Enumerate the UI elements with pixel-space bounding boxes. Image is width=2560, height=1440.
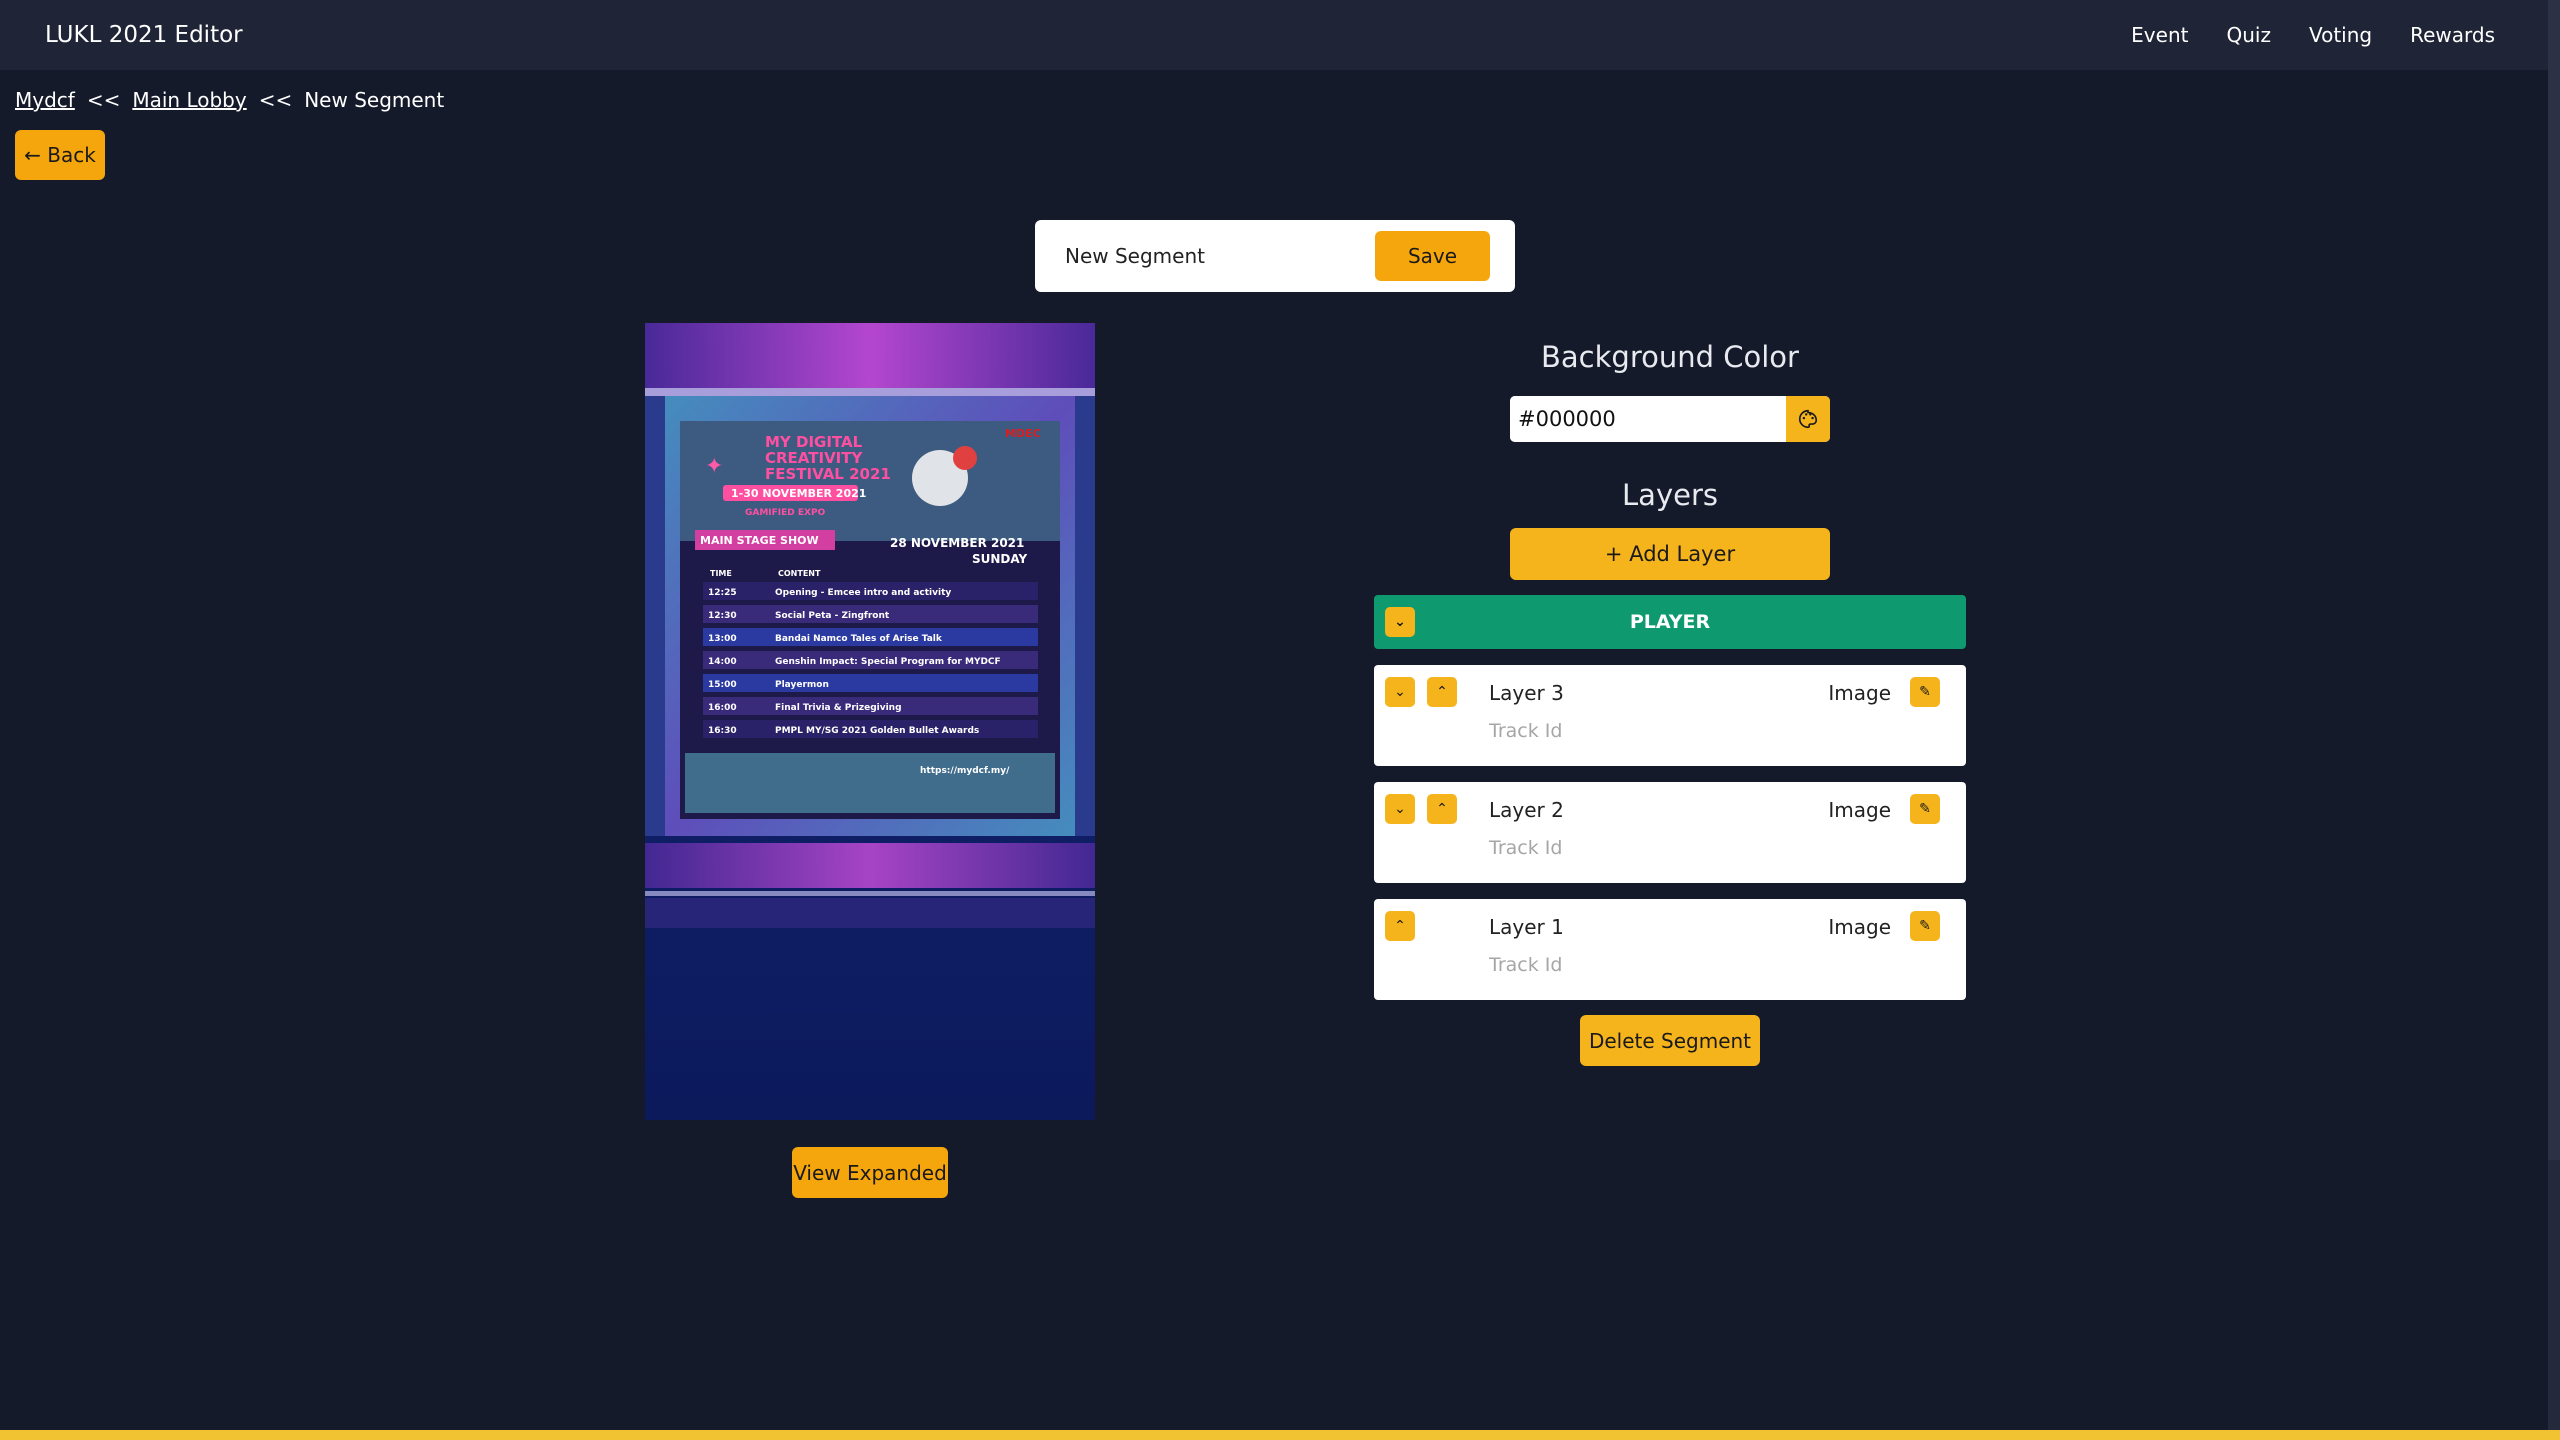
schedule-content: Opening - Emcee intro and activity <box>775 588 951 598</box>
schedule-content: Bandai Namco Tales of Arise Talk <box>775 634 943 644</box>
background-color-control <box>1510 396 1830 442</box>
breadcrumb: Mydcf << Main Lobby << New Segment <box>15 88 444 112</box>
delete-segment-button[interactable]: Delete Segment <box>1580 1015 1760 1066</box>
poster-day: SUNDAY <box>972 552 1028 566</box>
floor-glow <box>645 898 1095 928</box>
layer-track-id: Track Id <box>1489 720 1563 742</box>
layer-track-id: Track Id <box>1489 837 1563 859</box>
nav-event[interactable]: Event <box>2131 23 2188 47</box>
view-expanded-button[interactable]: View Expanded <box>792 1147 948 1198</box>
neon-top-line <box>645 388 1095 396</box>
pencil-icon[interactable]: ✎ <box>1910 677 1940 707</box>
segment-name-input[interactable] <box>1065 244 1345 268</box>
breadcrumb-main-lobby[interactable]: Main Lobby <box>132 88 246 112</box>
layer-order-controls: ⌄ ⌃ <box>1385 794 1457 824</box>
layer-type: Image <box>1828 681 1891 705</box>
schedule-time: 16:00 <box>708 703 737 713</box>
poster-stage: MAIN STAGE SHOW <box>700 534 819 547</box>
app-title[interactable]: LUKL 2021 Editor <box>45 22 243 48</box>
layers-title: Layers <box>1622 478 1718 512</box>
layer-name: Layer 3 <box>1489 681 1564 705</box>
nav-voting[interactable]: Voting <box>2309 23 2372 47</box>
schedule-content: Genshin Impact: Special Program for MYDC… <box>775 657 1001 667</box>
palette-icon <box>1799 409 1818 429</box>
layer-order-controls: ⌃ <box>1385 911 1415 941</box>
chevron-up-icon[interactable]: ⌃ <box>1385 911 1415 941</box>
poster-url: https://mydcf.my/ <box>920 766 1010 776</box>
layer-card: ⌄ ⌃ Layer 3 Track Id Image ✎ <box>1374 665 1966 766</box>
poster-logo-mark: ✦ <box>705 454 723 479</box>
preview-canvas: ✦ MY DIGITAL CREATIVITY FESTIVAL 2021 1-… <box>645 323 1095 1120</box>
poster-col-time: TIME <box>710 569 732 578</box>
schedule-time: 15:00 <box>708 680 737 690</box>
schedule-content: Social Peta - Zingfront <box>775 611 890 621</box>
player-group-header[interactable]: ⌄ PLAYER <box>1374 595 1966 649</box>
poster-subtitle: GAMIFIED EXPO <box>745 508 826 518</box>
back-button[interactable]: ← Back <box>15 130 105 180</box>
schedule-time: 14:00 <box>708 657 737 667</box>
breadcrumb-separator: << <box>258 88 293 112</box>
layer-card: ⌄ ⌃ Layer 2 Track Id Image ✎ <box>1374 782 1966 883</box>
main-nav: Event Quiz Voting Rewards <box>2131 23 2495 47</box>
chevron-up-icon[interactable]: ⌃ <box>1427 794 1457 824</box>
schedule-content: Playermon <box>775 680 829 690</box>
top-navbar: LUKL 2021 Editor Event Quiz Voting Rewar… <box>0 0 2560 70</box>
chevron-up-icon[interactable]: ⌃ <box>1427 677 1457 707</box>
schedule-rows: 12:25 Opening - Emcee intro and activity… <box>703 582 1038 738</box>
nav-quiz[interactable]: Quiz <box>2226 23 2270 47</box>
poster-mdec-logo: MDEC <box>1005 427 1041 440</box>
bottom-accent-strip <box>0 1430 2560 1440</box>
poster-title-3: FESTIVAL 2021 <box>765 465 891 483</box>
mascot-character <box>953 446 977 470</box>
background-color-title: Background Color <box>1541 340 1799 374</box>
layer-card: ⌃ Layer 1 Track Id Image ✎ <box>1374 899 1966 1000</box>
poster-footer <box>685 753 1055 813</box>
layer-type: Image <box>1828 915 1891 939</box>
layer-type: Image <box>1828 798 1891 822</box>
poster-dates: 1-30 NOVEMBER 2021 <box>731 487 866 500</box>
pencil-icon[interactable]: ✎ <box>1910 794 1940 824</box>
segment-name-card: Save <box>1035 220 1515 292</box>
add-layer-button[interactable]: + Add Layer <box>1510 528 1830 580</box>
pencil-icon[interactable]: ✎ <box>1910 911 1940 941</box>
nav-rewards[interactable]: Rewards <box>2410 23 2495 47</box>
segment-settings-panel: Background Color Layers + Add Layer ⌄ PL… <box>1374 340 1966 1066</box>
layer-name: Layer 1 <box>1489 915 1564 939</box>
color-picker-button[interactable] <box>1786 396 1830 442</box>
background-color-input[interactable] <box>1510 396 1786 442</box>
breadcrumb-current: New Segment <box>304 88 445 112</box>
schedule-content: Final Trivia & Prizegiving <box>775 703 902 713</box>
page-scrollbar-thumb[interactable] <box>2548 0 2560 1160</box>
neon-bottom-line <box>645 891 1095 896</box>
schedule-content: PMPL MY/SG 2021 Golden Bullet Awards <box>775 726 979 736</box>
chevron-down-icon[interactable]: ⌄ <box>1385 677 1415 707</box>
layer-order-controls: ⌄ ⌃ <box>1385 677 1457 707</box>
segment-preview: ✦ MY DIGITAL CREATIVITY FESTIVAL 2021 1-… <box>645 323 1095 1120</box>
schedule-time: 13:00 <box>708 634 737 644</box>
poster-date: 28 NOVEMBER 2021 <box>890 536 1024 550</box>
poster-col-content: CONTENT <box>778 569 821 578</box>
chevron-down-icon[interactable]: ⌄ <box>1385 794 1415 824</box>
neon-bottom-band <box>645 843 1095 888</box>
schedule-time: 12:25 <box>708 588 737 598</box>
layer-track-id: Track Id <box>1489 954 1563 976</box>
neon-top-band <box>645 323 1095 388</box>
player-group-label: PLAYER <box>1629 611 1711 633</box>
save-button[interactable]: Save <box>1375 231 1490 281</box>
breadcrumb-mydcf[interactable]: Mydcf <box>15 88 75 112</box>
layer-name: Layer 2 <box>1489 798 1564 822</box>
schedule-time: 12:30 <box>708 611 737 621</box>
schedule-row-bg <box>703 674 1038 692</box>
breadcrumb-separator: << <box>86 88 121 112</box>
chevron-down-icon[interactable]: ⌄ <box>1385 607 1415 637</box>
schedule-time: 16:30 <box>708 726 737 736</box>
page-scrollbar-track[interactable] <box>2548 0 2560 1430</box>
